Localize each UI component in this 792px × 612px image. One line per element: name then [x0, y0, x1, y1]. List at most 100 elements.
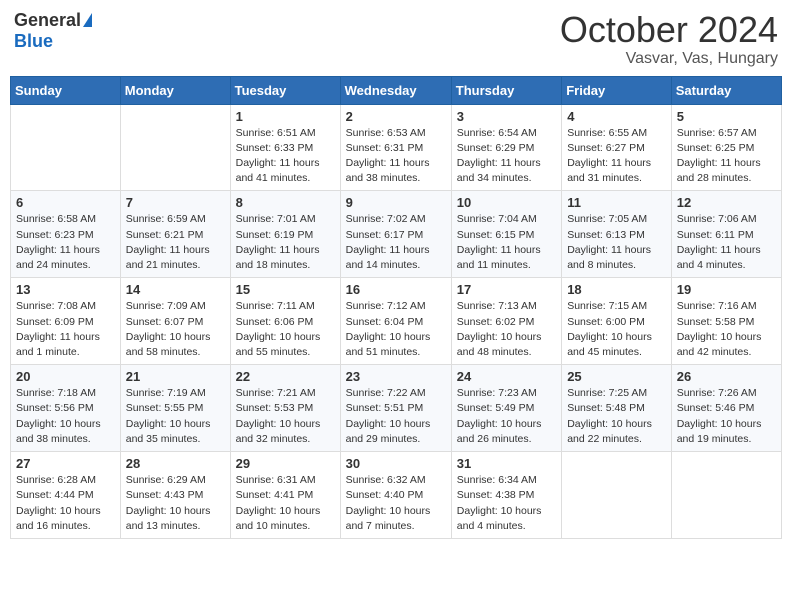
- day-info: Sunrise: 7:04 AM Sunset: 6:15 PM Dayligh…: [457, 212, 556, 273]
- day-number: 18: [567, 282, 666, 297]
- calendar-cell: 25 Sunrise: 7:25 AM Sunset: 5:48 PM Dayli…: [562, 365, 672, 452]
- logo-blue-text: Blue: [14, 31, 53, 52]
- day-info: Sunrise: 6:34 AM Sunset: 4:38 PM Dayligh…: [457, 473, 556, 534]
- calendar-cell: 15Sunrise: 7:11 AM Sunset: 6:06 PM Dayli…: [230, 278, 340, 365]
- day-info: Sunrise: 7:13 AM Sunset: 6:02 PM Dayligh…: [457, 299, 556, 360]
- day-info: Sunrise: 7:22 AM Sunset: 5:51 PM Dayligh…: [346, 386, 446, 447]
- day-info: Sunrise: 6:29 AM Sunset: 4:43 PM Dayligh…: [126, 473, 225, 534]
- calendar-cell: 31 Sunrise: 6:34 AM Sunset: 4:38 PM Dayli…: [451, 452, 561, 539]
- day-number: 15: [236, 282, 335, 297]
- day-info: Sunrise: 7:08 AM Sunset: 6:09 PM Dayligh…: [16, 299, 115, 360]
- calendar-cell: 17 Sunrise: 7:13 AM Sunset: 6:02 PM Dayli…: [451, 278, 561, 365]
- day-number: 10: [457, 195, 556, 210]
- calendar-week-row: 1 Sunrise: 6:51 AM Sunset: 6:33 PM Daylig…: [11, 104, 782, 191]
- day-number: 5: [677, 109, 776, 124]
- day-info: Sunrise: 6:57 AM Sunset: 6:25 PM Dayligh…: [677, 126, 776, 187]
- day-info: Sunrise: 6:54 AM Sunset: 6:29 PM Dayligh…: [457, 126, 556, 187]
- calendar-cell: 29Sunrise: 6:31 AM Sunset: 4:41 PM Dayli…: [230, 452, 340, 539]
- day-info: Sunrise: 7:01 AM Sunset: 6:19 PM Dayligh…: [236, 212, 335, 273]
- day-info: Sunrise: 6:53 AM Sunset: 6:31 PM Dayligh…: [346, 126, 446, 187]
- weekday-header-wednesday: Wednesday: [340, 76, 451, 104]
- calendar-cell: [11, 104, 121, 191]
- day-number: 8: [236, 195, 335, 210]
- month-title: October 2024: [560, 10, 778, 50]
- calendar-cell: 7 Sunrise: 6:59 AM Sunset: 6:21 PM Daylig…: [120, 191, 230, 278]
- calendar-cell: 12 Sunrise: 7:06 AM Sunset: 6:11 PM Dayli…: [671, 191, 781, 278]
- calendar-week-row: 6Sunrise: 6:58 AM Sunset: 6:23 PM Daylig…: [11, 191, 782, 278]
- logo-general-text: General: [14, 10, 81, 31]
- day-info: Sunrise: 7:15 AM Sunset: 6:00 PM Dayligh…: [567, 299, 666, 360]
- weekday-header-monday: Monday: [120, 76, 230, 104]
- calendar-cell: [120, 104, 230, 191]
- calendar-cell: 23 Sunrise: 7:22 AM Sunset: 5:51 PM Dayli…: [340, 365, 451, 452]
- calendar-cell: 14Sunrise: 7:09 AM Sunset: 6:07 PM Dayli…: [120, 278, 230, 365]
- calendar-cell: 11 Sunrise: 7:05 AM Sunset: 6:13 PM Dayli…: [562, 191, 672, 278]
- day-info: Sunrise: 6:59 AM Sunset: 6:21 PM Dayligh…: [126, 212, 225, 273]
- day-info: Sunrise: 7:02 AM Sunset: 6:17 PM Dayligh…: [346, 212, 446, 273]
- calendar-week-row: 27Sunrise: 6:28 AM Sunset: 4:44 PM Dayli…: [11, 452, 782, 539]
- weekday-header-sunday: Sunday: [11, 76, 121, 104]
- calendar-week-row: 13 Sunrise: 7:08 AM Sunset: 6:09 PM Dayli…: [11, 278, 782, 365]
- weekday-header-thursday: Thursday: [451, 76, 561, 104]
- day-info: Sunrise: 6:28 AM Sunset: 4:44 PM Dayligh…: [16, 473, 115, 534]
- day-info: Sunrise: 7:06 AM Sunset: 6:11 PM Dayligh…: [677, 212, 776, 273]
- day-number: 20: [16, 369, 115, 384]
- day-info: Sunrise: 7:25 AM Sunset: 5:48 PM Dayligh…: [567, 386, 666, 447]
- day-info: Sunrise: 7:26 AM Sunset: 5:46 PM Dayligh…: [677, 386, 776, 447]
- calendar-week-row: 20 Sunrise: 7:18 AM Sunset: 5:56 PM Dayli…: [11, 365, 782, 452]
- calendar-cell: 6Sunrise: 6:58 AM Sunset: 6:23 PM Daylig…: [11, 191, 121, 278]
- day-info: Sunrise: 7:19 AM Sunset: 5:55 PM Dayligh…: [126, 386, 225, 447]
- day-number: 13: [16, 282, 115, 297]
- page-header: General Blue October 2024 Vasvar, Vas, H…: [10, 10, 782, 68]
- day-info: Sunrise: 7:18 AM Sunset: 5:56 PM Dayligh…: [16, 386, 115, 447]
- day-info: Sunrise: 7:05 AM Sunset: 6:13 PM Dayligh…: [567, 212, 666, 273]
- weekday-header-friday: Friday: [562, 76, 672, 104]
- logo: General Blue: [14, 10, 92, 52]
- calendar-cell: 2Sunrise: 6:53 AM Sunset: 6:31 PM Daylig…: [340, 104, 451, 191]
- day-number: 17: [457, 282, 556, 297]
- day-info: Sunrise: 6:32 AM Sunset: 4:40 PM Dayligh…: [346, 473, 446, 534]
- calendar-cell: 19 Sunrise: 7:16 AM Sunset: 5:58 PM Dayli…: [671, 278, 781, 365]
- day-number: 19: [677, 282, 776, 297]
- day-info: Sunrise: 7:23 AM Sunset: 5:49 PM Dayligh…: [457, 386, 556, 447]
- calendar-cell: 26 Sunrise: 7:26 AM Sunset: 5:46 PM Dayli…: [671, 365, 781, 452]
- calendar-cell: 13 Sunrise: 7:08 AM Sunset: 6:09 PM Dayli…: [11, 278, 121, 365]
- calendar-cell: 24 Sunrise: 7:23 AM Sunset: 5:49 PM Dayli…: [451, 365, 561, 452]
- day-number: 7: [126, 195, 225, 210]
- day-info: Sunrise: 6:55 AM Sunset: 6:27 PM Dayligh…: [567, 126, 666, 187]
- calendar-cell: [671, 452, 781, 539]
- day-number: 9: [346, 195, 446, 210]
- day-number: 12: [677, 195, 776, 210]
- calendar-cell: 9 Sunrise: 7:02 AM Sunset: 6:17 PM Daylig…: [340, 191, 451, 278]
- calendar-cell: 8 Sunrise: 7:01 AM Sunset: 6:19 PM Daylig…: [230, 191, 340, 278]
- logo-triangle-icon: [83, 13, 92, 27]
- day-number: 28: [126, 456, 225, 471]
- calendar-cell: 21 Sunrise: 7:19 AM Sunset: 5:55 PM Dayli…: [120, 365, 230, 452]
- calendar-table: SundayMondayTuesdayWednesdayThursdayFrid…: [10, 76, 782, 539]
- day-number: 24: [457, 369, 556, 384]
- calendar-cell: 1 Sunrise: 6:51 AM Sunset: 6:33 PM Daylig…: [230, 104, 340, 191]
- day-number: 31: [457, 456, 556, 471]
- calendar-cell: 30 Sunrise: 6:32 AM Sunset: 4:40 PM Dayli…: [340, 452, 451, 539]
- location-subtitle: Vasvar, Vas, Hungary: [560, 50, 778, 68]
- day-info: Sunrise: 6:51 AM Sunset: 6:33 PM Dayligh…: [236, 126, 335, 187]
- calendar-cell: 10 Sunrise: 7:04 AM Sunset: 6:15 PM Dayli…: [451, 191, 561, 278]
- day-number: 4: [567, 109, 666, 124]
- day-number: 22: [236, 369, 335, 384]
- day-number: 25: [567, 369, 666, 384]
- day-number: 1: [236, 109, 335, 124]
- day-number: 21: [126, 369, 225, 384]
- day-info: Sunrise: 6:31 AM Sunset: 4:41 PM Dayligh…: [236, 473, 335, 534]
- calendar-cell: [562, 452, 672, 539]
- calendar-cell: 27Sunrise: 6:28 AM Sunset: 4:44 PM Dayli…: [11, 452, 121, 539]
- calendar-cell: 18 Sunrise: 7:15 AM Sunset: 6:00 PM Dayli…: [562, 278, 672, 365]
- day-info: Sunrise: 6:58 AM Sunset: 6:23 PM Dayligh…: [16, 212, 115, 273]
- day-number: 26: [677, 369, 776, 384]
- day-info: Sunrise: 7:09 AM Sunset: 6:07 PM Dayligh…: [126, 299, 225, 360]
- day-number: 3: [457, 109, 556, 124]
- day-number: 23: [346, 369, 446, 384]
- calendar-cell: 5 Sunrise: 6:57 AM Sunset: 6:25 PM Daylig…: [671, 104, 781, 191]
- day-number: 11: [567, 195, 666, 210]
- day-info: Sunrise: 7:16 AM Sunset: 5:58 PM Dayligh…: [677, 299, 776, 360]
- day-number: 30: [346, 456, 446, 471]
